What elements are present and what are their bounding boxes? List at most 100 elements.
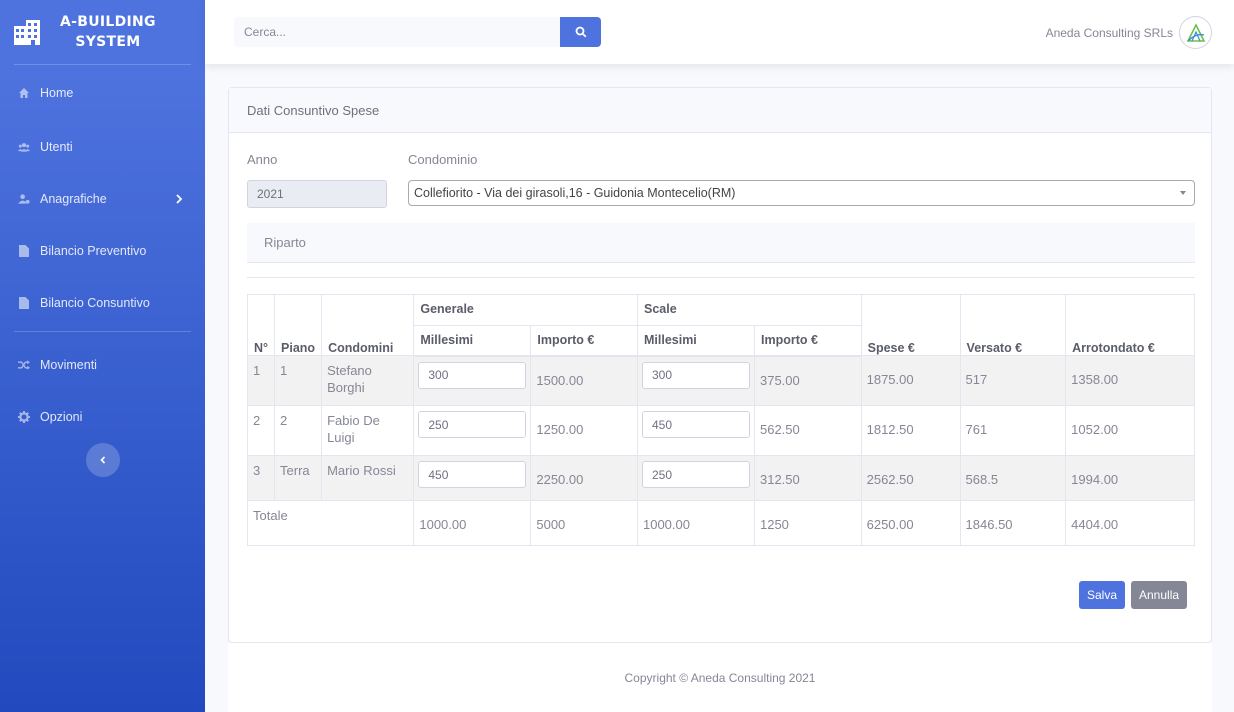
sidebar-item-home[interactable]: Home [0, 65, 205, 121]
file-icon [18, 245, 30, 257]
cell-scale-millesimi [636, 455, 755, 501]
cell-piano: 1 [274, 355, 323, 406]
section-divider [247, 277, 1195, 278]
brand-line2: SYSTEM [75, 34, 141, 50]
sidebar-item-bilancio-preventivo[interactable]: Bilancio Preventivo [0, 225, 205, 277]
sidebar-item-label: Bilancio Consuntivo [40, 296, 150, 310]
cell-scale-importo: 562.50 [753, 405, 862, 456]
condominio-label: Condominio [408, 152, 478, 167]
riparto-section-header: Riparto [247, 223, 1195, 263]
cell-scale-importo: 312.50 [753, 455, 862, 501]
riparto-table: N° Piano Condomini Generale Scale Spese … [246, 294, 1195, 546]
sidebar-item-label: Anagrafiche [40, 192, 107, 206]
cell-scale-importo: 375.00 [753, 355, 862, 406]
sidebar-item-anagrafiche[interactable]: Anagrafiche [0, 173, 205, 225]
copyright-text: Copyright © Aneda Consulting 2021 [624, 670, 816, 685]
cell-condomini: Mario Rossi [321, 455, 415, 501]
totale-label: Totale [246, 500, 415, 546]
user-menu[interactable]: Aneda Consulting SRLs [1046, 16, 1212, 49]
sidebar-item-label: Bilancio Preventivo [40, 244, 147, 258]
scale-millesimi-input[interactable] [641, 361, 750, 389]
totale-versato: 1846.50 [959, 500, 1067, 546]
sidebar-item-movimenti[interactable]: Movimenti [0, 339, 205, 391]
search-icon [575, 26, 586, 38]
sidebar-item-opzioni[interactable]: Opzioni [0, 391, 205, 443]
totale-generale-millesimi: 1000.00 [413, 500, 532, 546]
generale-millesimi-input[interactable] [418, 361, 527, 389]
sidebar-divider [14, 331, 191, 332]
scale-millesimi-input[interactable] [641, 461, 750, 488]
table-row: 3 Terra Mario Rossi 2250.00 312.50 2562.… [246, 455, 1195, 501]
header-n: N° [246, 294, 276, 356]
cell-spese: 1875.00 [860, 355, 961, 406]
condominio-selected-value: Collefiorito - Via dei girasoli,16 - Gui… [414, 186, 736, 200]
sidebar-toggle-button[interactable] [85, 443, 120, 477]
sidebar-item-label: Opzioni [40, 410, 83, 424]
search-input[interactable] [234, 17, 560, 47]
totale-row: Totale 1000.00 5000 1000.00 1250 6250.00… [246, 500, 1195, 546]
users-icon [18, 141, 30, 153]
topbar: Aneda Consulting SRLs [205, 0, 1234, 64]
user-cog-icon [18, 193, 30, 205]
chevron-right-icon [176, 194, 183, 204]
header-generale-millesimi: Millesimi [413, 325, 532, 357]
sidebar-item-bilancio-consuntivo[interactable]: Bilancio Consuntivo [0, 277, 205, 329]
consuntivo-card: Dati Consuntivo Spese Anno Condominio 20… [228, 87, 1212, 643]
header-spese: Spese € [860, 294, 961, 356]
home-icon [18, 87, 30, 99]
totale-arrotondato: 4404.00 [1065, 500, 1195, 546]
avatar [1179, 16, 1212, 49]
search-button[interactable] [560, 17, 601, 47]
sidebar-item-utenti[interactable]: Utenti [0, 121, 205, 173]
condominio-select[interactable]: Collefiorito - Via dei girasoli,16 - Gui… [408, 180, 1195, 206]
header-condomini: Condomini [321, 294, 415, 356]
footer: Copyright © Aneda Consulting 2021 [228, 643, 1212, 712]
cell-versato: 568.5 [959, 455, 1067, 501]
cell-n: 3 [246, 455, 276, 501]
cell-arrotondato: 1994.00 [1065, 455, 1195, 501]
search-bar [234, 17, 601, 47]
cell-generale-importo: 1250.00 [530, 405, 638, 456]
cell-generale-millesimi [413, 455, 532, 501]
cell-spese: 1812.50 [860, 405, 961, 456]
chevron-down-icon [1180, 191, 1186, 195]
header-scale-millesimi: Millesimi [636, 325, 755, 357]
header-arrotondato: Arrotondato € [1065, 294, 1195, 356]
generale-millesimi-input[interactable] [418, 411, 527, 438]
salva-button[interactable]: Salva [1079, 581, 1126, 609]
anno-field: 2021 [247, 180, 387, 208]
cell-scale-millesimi [636, 405, 755, 456]
brand-name: A-BUILDING SYSTEM [60, 12, 156, 52]
header-piano: Piano [274, 294, 323, 356]
building-icon [14, 20, 40, 45]
file-icon [18, 297, 30, 309]
cell-condomini: Fabio De Luigi [321, 405, 415, 456]
cell-n: 2 [246, 405, 276, 456]
anno-label: Anno [247, 152, 278, 167]
cell-arrotondato: 1052.00 [1065, 405, 1195, 456]
cell-generale-millesimi [413, 355, 532, 406]
brand-line1: A-BUILDING [60, 14, 156, 30]
sidebar-item-label: Utenti [40, 140, 73, 154]
brand[interactable]: A-BUILDING SYSTEM [0, 0, 205, 64]
cell-n: 1 [246, 355, 276, 406]
annulla-button[interactable]: Annulla [1131, 581, 1188, 609]
generale-millesimi-input[interactable] [418, 461, 527, 488]
cell-arrotondato: 1358.00 [1065, 355, 1195, 406]
cell-scale-millesimi [636, 355, 755, 406]
cell-condomini: Stefano Borghi [321, 355, 415, 406]
card-title: Dati Consuntivo Spese [229, 88, 1211, 133]
scale-millesimi-input[interactable] [641, 411, 750, 438]
sidebar-item-label: Movimenti [40, 358, 97, 372]
random-icon [18, 359, 30, 371]
sidebar-item-label: Home [40, 86, 74, 100]
header-generale-importo: Importo € [530, 325, 638, 357]
totale-generale-importo: 5000 [530, 500, 638, 546]
sidebar: A-BUILDING SYSTEM Home Utenti Anagrafich… [0, 0, 205, 712]
cell-generale-millesimi [413, 405, 532, 456]
cell-generale-importo: 2250.00 [530, 455, 638, 501]
chevron-left-icon [99, 456, 105, 464]
totale-scale-millesimi: 1000.00 [636, 500, 755, 546]
cell-piano: Terra [274, 455, 323, 501]
table-row: 1 1 Stefano Borghi 1500.00 375.00 1875.0… [246, 355, 1195, 406]
